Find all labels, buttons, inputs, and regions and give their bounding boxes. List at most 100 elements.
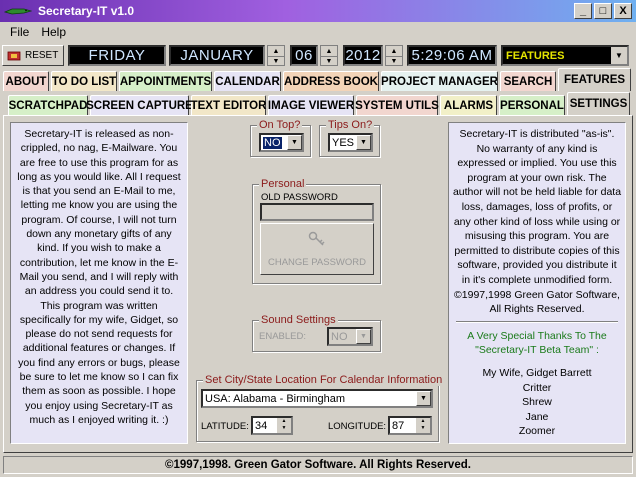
- toolbar: RESET FRIDAY JANUARY ▲ ▼ 06 ▲ ▼ 2012 ▲ ▼ 5:…: [0, 42, 636, 68]
- spin-up-icon[interactable]: ▲: [416, 418, 430, 425]
- menu-bar: File Help: [0, 22, 636, 42]
- spin-down-icon[interactable]: ▼: [416, 425, 430, 432]
- on-top-label: On Top?: [257, 119, 303, 131]
- spin-up-icon[interactable]: ▲: [268, 46, 284, 56]
- date-display: 06: [290, 45, 318, 66]
- sound-settings-group: Sound Settings ENABLED: NO ▼: [252, 314, 381, 352]
- change-password-label: CHANGE PASSWORD: [267, 257, 366, 268]
- tab-project-manager[interactable]: PROJECT MANAGER: [381, 71, 498, 91]
- sound-enabled-select[interactable]: NO ▼: [327, 327, 373, 346]
- change-password-button[interactable]: CHANGE PASSWORD: [260, 223, 374, 275]
- gator-icon: [3, 5, 33, 17]
- sound-enabled-value: NO: [331, 330, 348, 343]
- city-select[interactable]: USA: Alabama - Birmingham ▼: [201, 389, 433, 408]
- tips-on-label: Tips On?: [326, 119, 375, 131]
- disclaimer-text: Secretary-IT is distributed "as-is". No …: [452, 128, 622, 316]
- tab-features[interactable]: FEATURES: [558, 68, 631, 91]
- sub-tab-row: SCRATCHPAD SCREEN CAPTURE TEXT EDITOR IM…: [0, 92, 636, 115]
- personal-label: Personal: [259, 178, 307, 190]
- chevron-down-icon[interactable]: ▼: [416, 391, 431, 406]
- spin-down-icon[interactable]: ▼: [386, 56, 402, 66]
- spin-up-icon[interactable]: ▲: [386, 46, 402, 56]
- tips-on-value: YES: [332, 136, 355, 149]
- city-value: USA: Alabama - Birmingham: [205, 392, 345, 405]
- old-password-label: OLD PASSWORD: [261, 192, 338, 203]
- old-password-field[interactable]: [260, 203, 374, 221]
- tab-scratchpad[interactable]: SCRATCHPAD: [8, 95, 88, 115]
- latitude-field[interactable]: 34 ▲ ▼: [251, 416, 293, 435]
- disclaimer-panel: Secretary-IT is distributed "as-is". No …: [448, 122, 626, 444]
- latitude-label: LATITUDE:: [201, 421, 249, 432]
- main-tab-row: ABOUT TO DO LIST APPOINTMENTS CALENDAR A…: [0, 68, 636, 91]
- latitude-value: 34: [255, 419, 268, 432]
- tab-about[interactable]: ABOUT: [3, 71, 49, 91]
- beta-team-name: Jane: [525, 410, 549, 423]
- tab-alarms[interactable]: ALARMS: [440, 95, 497, 115]
- month-spinner[interactable]: ▲ ▼: [267, 45, 285, 66]
- minimize-icon: _: [579, 4, 587, 17]
- year-display: 2012: [343, 45, 383, 66]
- window-title: Secretary-IT v1.0: [38, 4, 135, 18]
- maximize-button[interactable]: □: [594, 3, 612, 19]
- close-button[interactable]: X: [614, 3, 632, 19]
- tab-screen-capture[interactable]: SCREEN CAPTURE: [86, 95, 193, 115]
- spin-down-icon[interactable]: ▼: [321, 56, 337, 66]
- close-icon: X: [619, 4, 627, 17]
- section-select[interactable]: FEATURES ▼: [501, 45, 629, 66]
- location-label: Set City/State Location For Calendar Inf…: [203, 374, 445, 386]
- date-spinner[interactable]: ▲ ▼: [320, 45, 338, 66]
- tab-text-editor[interactable]: TEXT EDITOR: [191, 95, 266, 115]
- beta-team-name: Zoomer: [518, 425, 556, 438]
- month-display: JANUARY: [169, 45, 265, 66]
- tab-personal[interactable]: PERSONAL: [499, 95, 565, 115]
- on-top-value: NO: [263, 136, 282, 149]
- beta-team-name: Shrew: [522, 396, 552, 409]
- tips-on-group: Tips On? YES ▼: [319, 119, 380, 157]
- tab-todo-list[interactable]: TO DO LIST: [51, 71, 117, 91]
- thanks-heading: A Very Special Thanks To The "Secretary-…: [467, 329, 607, 357]
- tab-image-viewer[interactable]: IMAGE VIEWER: [268, 95, 354, 115]
- on-top-select[interactable]: NO ▼: [259, 133, 304, 152]
- chevron-down-icon[interactable]: ▼: [611, 47, 627, 64]
- emailware-notice: Secretary-IT is released as non-crippled…: [10, 122, 188, 444]
- sound-settings-label: Sound Settings: [259, 314, 338, 326]
- tab-appointments[interactable]: APPOINTMENTS: [119, 71, 212, 91]
- chevron-down-icon[interactable]: ▼: [356, 329, 371, 344]
- tab-search[interactable]: SEARCH: [500, 71, 556, 91]
- location-group: Set City/State Location For Calendar Inf…: [196, 374, 445, 442]
- tab-address-book[interactable]: ADDRESS BOOK: [283, 71, 379, 91]
- time-display: 5:29:06 AM: [407, 45, 497, 66]
- tab-system-utils[interactable]: SYSTEM UTILS: [355, 95, 439, 115]
- section-select-value: FEATURES: [506, 49, 565, 62]
- chevron-down-icon[interactable]: ▼: [287, 135, 302, 150]
- divider: [456, 320, 618, 323]
- longitude-value: 87: [392, 419, 405, 432]
- maximize-icon: □: [599, 4, 607, 17]
- spin-up-icon[interactable]: ▲: [321, 46, 337, 56]
- longitude-spinner[interactable]: ▲ ▼: [416, 418, 430, 433]
- spin-down-icon[interactable]: ▼: [277, 425, 291, 432]
- minimize-button[interactable]: _: [574, 3, 592, 19]
- personal-group: Personal OLD PASSWORD CHANGE PASSWORD: [252, 178, 381, 284]
- tab-calendar[interactable]: CALENDAR: [214, 71, 281, 91]
- reset-button[interactable]: RESET: [2, 45, 64, 66]
- sound-enabled-label: ENABLED:: [259, 331, 306, 342]
- tips-on-select[interactable]: YES ▼: [328, 133, 373, 152]
- status-bar: ©1997,1998. Green Gator Software. All Ri…: [3, 456, 633, 474]
- key-icon: [308, 230, 326, 251]
- on-top-group: On Top? NO ▼: [250, 119, 311, 157]
- beta-team-name: My Wife, Gidget Barrett: [482, 366, 592, 379]
- latitude-spinner[interactable]: ▲ ▼: [277, 418, 291, 433]
- reset-label: RESET: [25, 50, 59, 61]
- spin-up-icon[interactable]: ▲: [277, 418, 291, 425]
- longitude-field[interactable]: 87 ▲ ▼: [388, 416, 432, 435]
- day-display: FRIDAY: [68, 45, 166, 66]
- reset-icon: [7, 50, 21, 62]
- year-spinner[interactable]: ▲ ▼: [385, 45, 403, 66]
- chevron-down-icon[interactable]: ▼: [356, 135, 371, 150]
- longitude-label: LONGITUDE:: [328, 421, 387, 432]
- tab-settings[interactable]: SETTINGS: [567, 92, 630, 115]
- menu-help[interactable]: Help: [35, 25, 72, 39]
- spin-down-icon[interactable]: ▼: [268, 56, 284, 66]
- menu-file[interactable]: File: [4, 25, 35, 39]
